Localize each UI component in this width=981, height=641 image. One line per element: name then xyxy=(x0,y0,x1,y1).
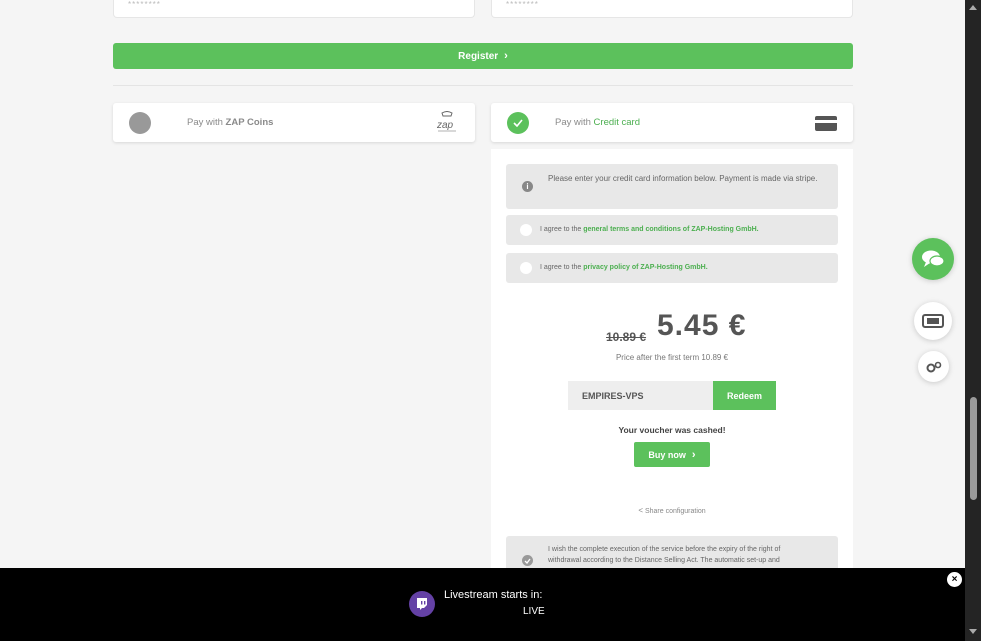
divider xyxy=(113,85,853,86)
terms-radio[interactable] xyxy=(520,224,532,236)
livestream-title: Livestream starts in: xyxy=(444,589,543,601)
redeem-button[interactable]: Redeem xyxy=(713,381,776,410)
terms-checkbox-row[interactable]: I agree to the general terms and conditi… xyxy=(506,215,838,245)
share-configuration-link[interactable]: < Share configuration xyxy=(491,506,853,515)
voucher-input[interactable]: EMPIRES-VPS xyxy=(568,381,713,410)
pay-credit-card-option[interactable]: Pay with Credit card xyxy=(491,103,853,142)
register-button[interactable]: Register › xyxy=(113,43,853,69)
buy-now-button[interactable]: Buy now › xyxy=(634,442,710,467)
page-scrollbar[interactable] xyxy=(965,0,981,641)
info-icon: i xyxy=(522,181,533,192)
checkmark-icon xyxy=(507,111,529,134)
privacy-checkbox-row[interactable]: I agree to the privacy policy of ZAP-Hos… xyxy=(506,253,838,283)
svg-text:zap: zap xyxy=(436,120,454,131)
payment-info-text: Please enter your credit card informatio… xyxy=(548,174,818,183)
price-after-note: Price after the first term 10.89 € xyxy=(615,353,729,362)
ticket-icon xyxy=(922,314,944,328)
share-icon: < xyxy=(638,506,643,515)
scroll-up-arrow-icon[interactable] xyxy=(969,5,977,10)
pay-credit-label: Pay with Credit card xyxy=(555,117,641,128)
credit-card-icon xyxy=(815,116,837,131)
chat-button[interactable] xyxy=(912,238,954,280)
terms-link[interactable]: general terms and conditions of ZAP-Host… xyxy=(583,226,758,233)
gears-icon xyxy=(926,361,941,372)
chevron-right-icon: › xyxy=(691,448,696,461)
new-price: 5.45 € xyxy=(657,309,747,342)
radio-unselected-icon xyxy=(129,111,151,134)
credit-card-panel: i Please enter your credit card informat… xyxy=(491,149,853,579)
scroll-down-arrow-icon[interactable] xyxy=(969,629,977,634)
settings-button[interactable] xyxy=(918,351,949,382)
privacy-radio[interactable] xyxy=(520,262,532,274)
chevron-right-icon: › xyxy=(504,50,508,62)
ticket-button[interactable] xyxy=(914,302,952,340)
password-field[interactable]: ******** xyxy=(113,0,475,18)
pay-zap-coins-option[interactable]: Pay with ZAP Coins zap xyxy=(113,103,475,142)
voucher-status: Your voucher was cashed! xyxy=(618,425,726,435)
livestream-banner: Livestream starts in: LIVE × xyxy=(0,568,965,641)
livestream-status: LIVE xyxy=(523,606,545,617)
scrollbar-thumb[interactable] xyxy=(970,397,977,500)
buy-now-label: Buy now xyxy=(648,449,686,460)
privacy-text: I agree to the privacy policy of ZAP-Hos… xyxy=(540,264,708,271)
privacy-link[interactable]: privacy policy of ZAP-Hosting GmbH. xyxy=(583,264,707,271)
twitch-icon xyxy=(409,591,435,617)
old-price: 10.89 € xyxy=(606,330,647,344)
close-icon[interactable]: × xyxy=(947,572,962,587)
checkmark-icon xyxy=(522,555,533,566)
pay-zap-label: Pay with ZAP Coins xyxy=(187,117,274,128)
password-confirm-field[interactable]: ******** xyxy=(491,0,853,18)
terms-text: I agree to the general terms and conditi… xyxy=(540,226,759,233)
withdrawal-text: I wish the complete execution of the ser… xyxy=(548,546,781,564)
register-label: Register xyxy=(458,50,499,62)
payment-info-box: i Please enter your credit card informat… xyxy=(506,164,838,209)
share-label: Share configuration xyxy=(644,508,706,515)
chat-icon xyxy=(922,250,945,267)
zap-logo-icon: zap xyxy=(435,111,459,133)
